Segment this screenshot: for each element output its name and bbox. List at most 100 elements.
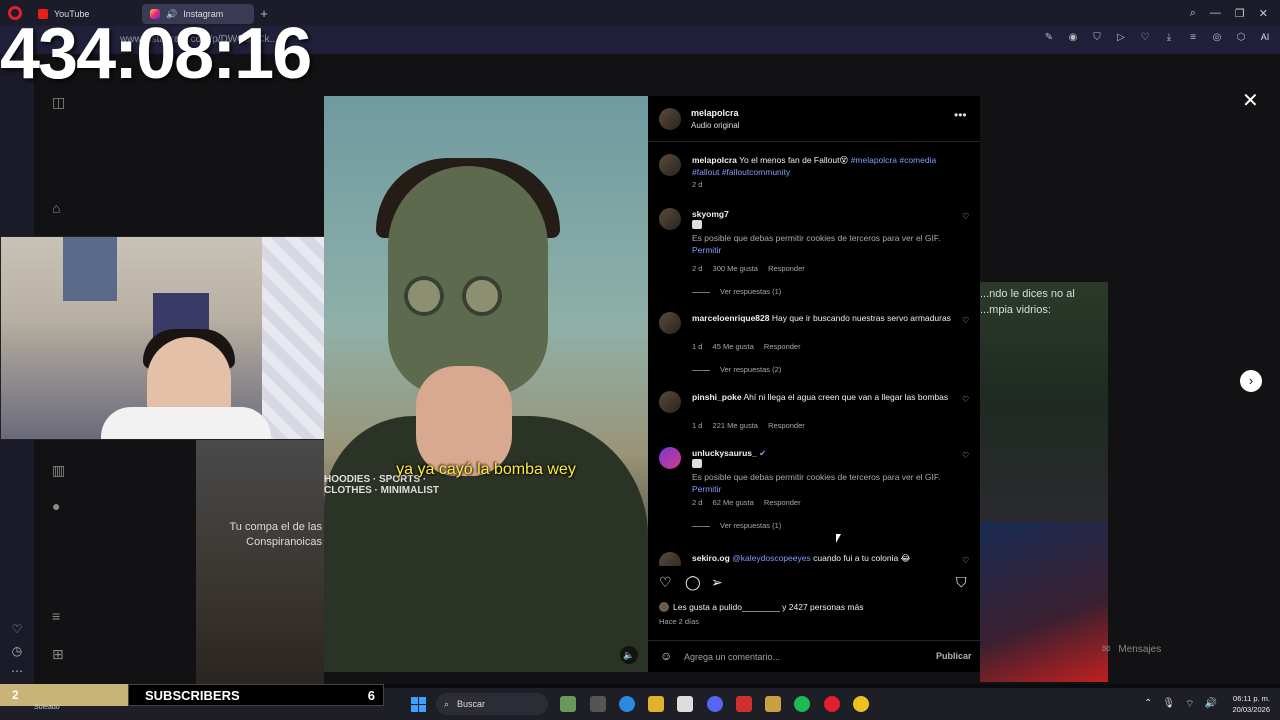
avatar bbox=[659, 602, 669, 612]
caption-user[interactable]: melapolcra bbox=[692, 155, 737, 165]
close-window-button[interactable]: ✕ bbox=[1259, 7, 1268, 20]
download-icon[interactable]: ⤓ bbox=[1162, 32, 1176, 43]
share-icon[interactable]: ➢ bbox=[711, 574, 723, 591]
next-post-icon[interactable]: › bbox=[1240, 370, 1262, 392]
publish-button[interactable]: Publicar bbox=[936, 651, 972, 661]
reply-button[interactable]: Responder bbox=[764, 498, 801, 507]
comment-likes[interactable]: 221 Me gusta bbox=[713, 421, 758, 430]
spotify-icon[interactable] bbox=[794, 696, 810, 712]
edge-icon[interactable] bbox=[619, 696, 635, 712]
comment-input[interactable] bbox=[684, 649, 924, 665]
comment-likes[interactable]: 45 Me gusta bbox=[713, 342, 754, 351]
play-icon[interactable]: ▷ bbox=[1114, 32, 1128, 43]
like-icon[interactable]: ♡ bbox=[659, 574, 672, 591]
more-icon[interactable]: ⋯ bbox=[9, 664, 25, 678]
extensions-icon[interactable]: ⬡ bbox=[1234, 32, 1248, 43]
avatar[interactable] bbox=[659, 208, 681, 230]
maximize-button[interactable]: ❐ bbox=[1235, 7, 1245, 20]
stats-icon[interactable]: ▥ bbox=[52, 462, 65, 479]
reply-button[interactable]: Responder bbox=[768, 264, 805, 273]
reel-video[interactable]: HOODIES · SPORTS · CLOTHES · MINIMALIST … bbox=[324, 96, 648, 672]
menu-icon[interactable]: ≡ bbox=[1186, 32, 1200, 43]
comment-icon[interactable]: ◯ bbox=[685, 574, 701, 591]
discord-icon[interactable] bbox=[707, 696, 723, 712]
background-reel-thumbnail[interactable]: Tu compa el de las Conspiranoicas bbox=[196, 440, 324, 684]
messages-button[interactable]: ✉ Mensajes bbox=[1090, 636, 1173, 662]
ai-button[interactable]: AI bbox=[1258, 32, 1272, 43]
like-comment-icon[interactable]: ♡ bbox=[962, 395, 969, 404]
background-reel-caption: ...ndo le dices no al ...mpia vidrios: bbox=[980, 288, 1075, 316]
heart-icon[interactable]: ♡ bbox=[1138, 32, 1152, 43]
chevron-up-icon[interactable]: ⌃ bbox=[1144, 698, 1152, 711]
profile-icon[interactable]: ◎ bbox=[1210, 32, 1224, 43]
like-comment-icon[interactable]: ♡ bbox=[962, 451, 969, 460]
taskbar-search[interactable]: ⌕ Buscar bbox=[436, 693, 548, 715]
app-icon[interactable] bbox=[765, 696, 781, 712]
avatar[interactable] bbox=[659, 312, 681, 334]
avatar[interactable] bbox=[659, 391, 681, 413]
instagram-logo-icon[interactable]: ◫ bbox=[52, 94, 65, 111]
comment-user[interactable]: unluckysaurus_ bbox=[692, 448, 757, 458]
like-comment-icon[interactable]: ♡ bbox=[962, 556, 969, 565]
comment-user[interactable]: pinshi_poke bbox=[692, 392, 742, 402]
like-comment-icon[interactable]: ♡ bbox=[962, 316, 969, 325]
task-view-icon[interactable] bbox=[590, 696, 606, 712]
heart-icon[interactable]: ♡ bbox=[9, 622, 25, 636]
emoji-icon[interactable]: ☺ bbox=[660, 649, 672, 663]
video-subtitle: ya ya cayó la bomba wey bbox=[396, 461, 576, 478]
comment-likes[interactable]: 62 Me gusta bbox=[713, 498, 754, 507]
store-icon[interactable] bbox=[677, 696, 693, 712]
camera-icon[interactable]: ◉ bbox=[1066, 32, 1080, 43]
file-explorer-icon[interactable] bbox=[648, 696, 664, 712]
close-modal-icon[interactable]: ✕ bbox=[1242, 88, 1259, 113]
opera-taskbar-icon[interactable] bbox=[824, 696, 840, 712]
post-audio[interactable]: Audio original bbox=[691, 121, 739, 130]
view-replies-button[interactable]: Ver respuestas (1) bbox=[692, 521, 781, 530]
volume-icon[interactable]: 🔊 bbox=[1205, 698, 1217, 711]
minimize-button[interactable]: — bbox=[1210, 7, 1221, 20]
comments-list[interactable]: melapolcra Yo el menos fan de Fallout😵 #… bbox=[648, 142, 980, 566]
profile-avatar-icon[interactable]: ● bbox=[52, 498, 60, 514]
more-options-icon[interactable]: ••• bbox=[954, 108, 967, 122]
mute-icon[interactable]: 🔈 bbox=[620, 646, 638, 664]
microphone-icon[interactable]: 🎙 bbox=[1162, 698, 1175, 711]
background-reel-thumbnail[interactable]: ...ndo le dices no al ...mpia vidrios: bbox=[980, 282, 1108, 522]
background-reel-caption: Tu compa el de las Conspiranoicas bbox=[229, 521, 322, 548]
menu-icon[interactable]: ≡ bbox=[52, 608, 60, 624]
avatar[interactable] bbox=[659, 154, 681, 176]
save-bookmark-icon[interactable]: ⛉ bbox=[956, 574, 967, 591]
avatar[interactable] bbox=[659, 447, 681, 469]
comment-likes[interactable]: 300 Me gusta bbox=[713, 264, 758, 273]
reply-button[interactable]: Responder bbox=[764, 342, 801, 351]
search-tabs-icon[interactable]: ⌕ bbox=[1190, 7, 1196, 20]
comment-user[interactable]: skyomg7 bbox=[692, 209, 729, 219]
stream-app-icon[interactable] bbox=[736, 696, 752, 712]
wifi-icon[interactable]: ⌔ bbox=[1185, 698, 1194, 711]
like-comment-icon[interactable]: ♡ bbox=[962, 212, 969, 221]
background-reel-thumbnail[interactable] bbox=[980, 522, 1108, 682]
chrome-icon[interactable] bbox=[853, 696, 869, 712]
vpn-icon[interactable]: ⛉ bbox=[1090, 32, 1104, 43]
clock-time: 06:11 p. m. bbox=[1233, 694, 1270, 703]
comment-user[interactable]: marceloenrique828 bbox=[692, 313, 769, 323]
edit-icon[interactable]: ✎ bbox=[1042, 32, 1056, 43]
reply-button[interactable]: Responder bbox=[768, 421, 805, 430]
avatar[interactable] bbox=[659, 108, 681, 130]
apps-icon[interactable]: ⊞ bbox=[52, 646, 64, 663]
likes-summary[interactable]: Les gusta a pulido________ y 2427 person… bbox=[659, 602, 863, 612]
start-button[interactable] bbox=[411, 697, 426, 712]
taskbar-clock[interactable]: 06:11 p. m. 20/03/2026 bbox=[1222, 693, 1270, 715]
post-username[interactable]: melapolcra bbox=[691, 108, 739, 118]
history-icon[interactable]: ◷ bbox=[9, 644, 25, 658]
view-replies-button[interactable]: Ver respuestas (1) bbox=[692, 287, 781, 296]
widget-icon[interactable] bbox=[560, 696, 576, 712]
home-icon[interactable]: ⌂ bbox=[52, 200, 60, 216]
subscribers-label-box: SUBSCRIBERS 6 bbox=[128, 684, 384, 706]
comment-mention[interactable]: @kaleydoscopeeyes bbox=[732, 553, 811, 563]
avatar[interactable] bbox=[659, 552, 681, 566]
comment-user[interactable]: sekiro.og bbox=[692, 553, 730, 563]
messages-icon: ✉ bbox=[1102, 643, 1111, 655]
view-replies-button[interactable]: Ver respuestas (2) bbox=[692, 365, 781, 374]
permit-link[interactable]: Permitir bbox=[692, 484, 721, 494]
permit-link[interactable]: Permitir bbox=[692, 245, 721, 255]
